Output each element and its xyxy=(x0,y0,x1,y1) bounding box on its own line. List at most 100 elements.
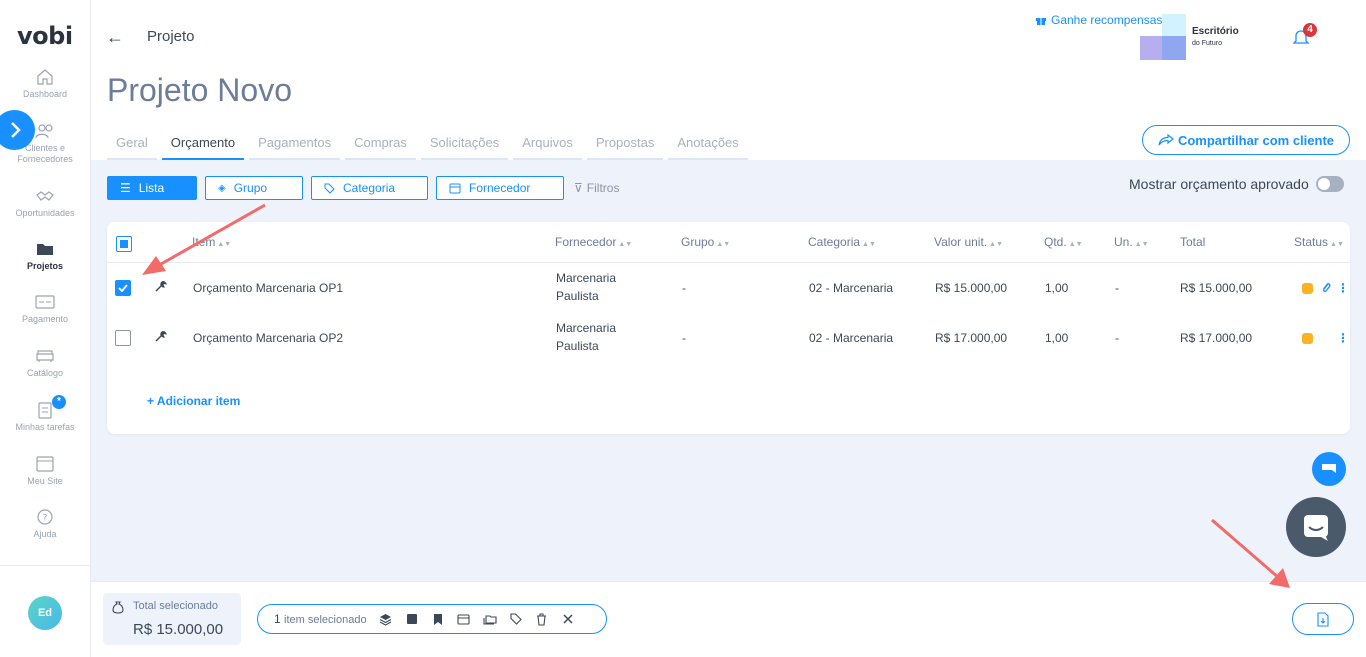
layers-icon[interactable] xyxy=(379,612,393,626)
sort-icon: ▲▼ xyxy=(1068,241,1083,248)
sidebar-item-label: Dashboard xyxy=(22,89,68,99)
sidebar-item-label: Ajuda xyxy=(33,529,57,539)
row-grupo: - xyxy=(682,331,686,345)
column-total-label: Total xyxy=(1180,235,1206,249)
group-by-fornecedor-button[interactable]: Fornecedor xyxy=(436,176,564,200)
view-list-label: Lista xyxy=(138,181,165,195)
folders-icon[interactable] xyxy=(483,612,497,626)
share-with-client-button[interactable]: Compartilhar com cliente xyxy=(1142,125,1350,155)
check-icon xyxy=(118,284,128,293)
add-item-button[interactable]: + Adicionar item xyxy=(147,394,240,408)
row-categoria: 02 - Marcenaria xyxy=(809,281,894,295)
sort-icon: ▲▼ xyxy=(217,241,232,248)
sidebar-item-tarefas[interactable]: Minhas tarefas xyxy=(0,401,90,433)
paperclip-icon[interactable] xyxy=(1321,281,1331,295)
help-icon: ? xyxy=(37,509,53,525)
tab-propostas[interactable]: Propostas xyxy=(586,135,664,161)
status-indicator[interactable] xyxy=(1302,283,1313,294)
tab-pagamentos[interactable]: Pagamentos xyxy=(249,135,341,161)
wrench-icon xyxy=(155,331,167,342)
row-qtd: 1,00 xyxy=(1045,281,1069,295)
tab-compras[interactable]: Compras xyxy=(345,135,416,161)
company-name: Escritório do Futuro xyxy=(1192,26,1239,50)
view-list-button[interactable]: ☰ Lista xyxy=(107,176,197,200)
row-checkbox[interactable] xyxy=(115,280,131,296)
sidebar-item-pagamento[interactable]: Pagamento xyxy=(0,293,90,325)
column-header-item[interactable]: Item ▲▼ xyxy=(192,235,231,249)
chat-button[interactable] xyxy=(1286,497,1346,557)
sort-icon: ▲▼ xyxy=(862,241,876,248)
bulk-actions-bar: 1 item selecionado xyxy=(257,604,607,634)
company-logo[interactable] xyxy=(1140,14,1186,60)
row-fornecedor-line1: Marcenaria xyxy=(556,271,617,285)
handshake-icon xyxy=(36,191,54,201)
sort-icon: ▲▼ xyxy=(716,241,731,248)
status-indicator[interactable] xyxy=(1302,333,1313,344)
column-un-label: Un. xyxy=(1114,235,1133,249)
column-header-grupo[interactable]: Grupo ▲▼ xyxy=(681,235,730,249)
bookmark-icon[interactable] xyxy=(431,612,445,626)
filters-button[interactable]: ⊽ Filtros xyxy=(574,181,619,195)
tab-solicitacoes[interactable]: Solicitações xyxy=(420,135,509,161)
row-menu-icon[interactable]: ⋮ xyxy=(1337,282,1349,294)
sort-icon: ▲▼ xyxy=(1134,241,1149,248)
sidebar-item-projetos[interactable]: Projetos xyxy=(0,240,90,272)
group-by-grupo-button[interactable]: ◈ Grupo xyxy=(205,176,303,200)
breadcrumb[interactable]: Projeto xyxy=(147,28,195,45)
send-icon xyxy=(1322,464,1336,473)
avatar[interactable]: Ed xyxy=(28,596,62,630)
group-by-categoria-button[interactable]: Categoria xyxy=(311,176,428,200)
selection-count-label: item selecionado xyxy=(284,614,367,626)
chat-icon xyxy=(1304,515,1328,541)
tag-icon xyxy=(324,183,335,194)
svg-text:?: ? xyxy=(43,514,48,524)
close-icon[interactable] xyxy=(561,612,575,626)
column-header-un[interactable]: Un. ▲▼ xyxy=(1114,235,1149,249)
tag-icon[interactable] xyxy=(509,612,523,626)
sidebar-item-dashboard[interactable]: Dashboard xyxy=(0,68,90,100)
sidebar-item-ajuda[interactable]: ? Ajuda xyxy=(0,508,90,540)
square-icon[interactable] xyxy=(405,612,419,626)
header-divider xyxy=(107,262,1350,263)
store-icon[interactable] xyxy=(457,612,471,626)
list-icon: ☰ xyxy=(120,181,131,195)
row-total: R$ 17.000,00 xyxy=(1180,331,1253,345)
page-title: Projeto Novo xyxy=(107,72,292,108)
send-feedback-button[interactable] xyxy=(1312,452,1346,486)
column-header-categoria[interactable]: Categoria ▲▼ xyxy=(808,235,876,249)
sidebar-item-label: Catálogo xyxy=(26,368,64,378)
share-label: Compartilhar com cliente xyxy=(1177,132,1335,148)
gift-icon xyxy=(1036,18,1046,25)
sidebar-item-site[interactable]: Meu Site xyxy=(0,455,90,487)
row-menu-icon[interactable]: ⋮ xyxy=(1337,332,1349,344)
show-approved-label: Mostrar orçamento aprovado xyxy=(1129,176,1309,192)
row-valor-unit: R$ 15.000,00 xyxy=(935,281,1008,295)
row-valor-unit: R$ 17.000,00 xyxy=(935,331,1008,345)
tab-orcamento[interactable]: Orçamento xyxy=(161,135,245,161)
sidebar-item-catalogo[interactable]: Catálogo xyxy=(0,347,90,379)
export-button[interactable] xyxy=(1292,603,1354,635)
sidebar-item-label: Meu Site xyxy=(27,476,63,486)
show-approved-toggle[interactable]: Mostrar orçamento aprovado xyxy=(1129,176,1344,192)
back-arrow-icon[interactable]: ← xyxy=(106,27,124,48)
total-selected-value: R$ 15.000,00 xyxy=(133,621,224,638)
row-categoria: 02 - Marcenaria xyxy=(809,331,894,345)
row-un: - xyxy=(1115,331,1119,345)
sidebar-item-oportunidades[interactable]: Oportunidades xyxy=(0,187,90,219)
row-item-name[interactable]: Orçamento Marcenaria OP2 xyxy=(193,329,343,347)
row-checkbox[interactable] xyxy=(115,330,131,346)
tab-geral[interactable]: Geral xyxy=(107,135,157,161)
toggle-switch[interactable] xyxy=(1315,176,1344,192)
trash-icon[interactable] xyxy=(535,612,549,626)
tab-arquivos[interactable]: Arquivos xyxy=(513,135,582,161)
tab-anotacoes[interactable]: Anotações xyxy=(668,135,748,161)
column-header-status[interactable]: Status ▲▼ xyxy=(1294,235,1344,249)
file-download-icon xyxy=(1317,611,1329,627)
select-all-checkbox[interactable] xyxy=(116,236,132,252)
selection-count: 1 item selecionado xyxy=(274,612,367,626)
row-item-name[interactable]: Orçamento Marcenaria OP1 xyxy=(193,279,343,297)
column-header-fornecedor[interactable]: Fornecedor ▲▼ xyxy=(555,235,632,249)
column-header-qtd[interactable]: Qtd. ▲▼ xyxy=(1044,235,1083,249)
vobi-logo[interactable]: vobi xyxy=(17,22,73,50)
column-header-valor[interactable]: Valor unit. ▲▼ xyxy=(934,235,1003,249)
